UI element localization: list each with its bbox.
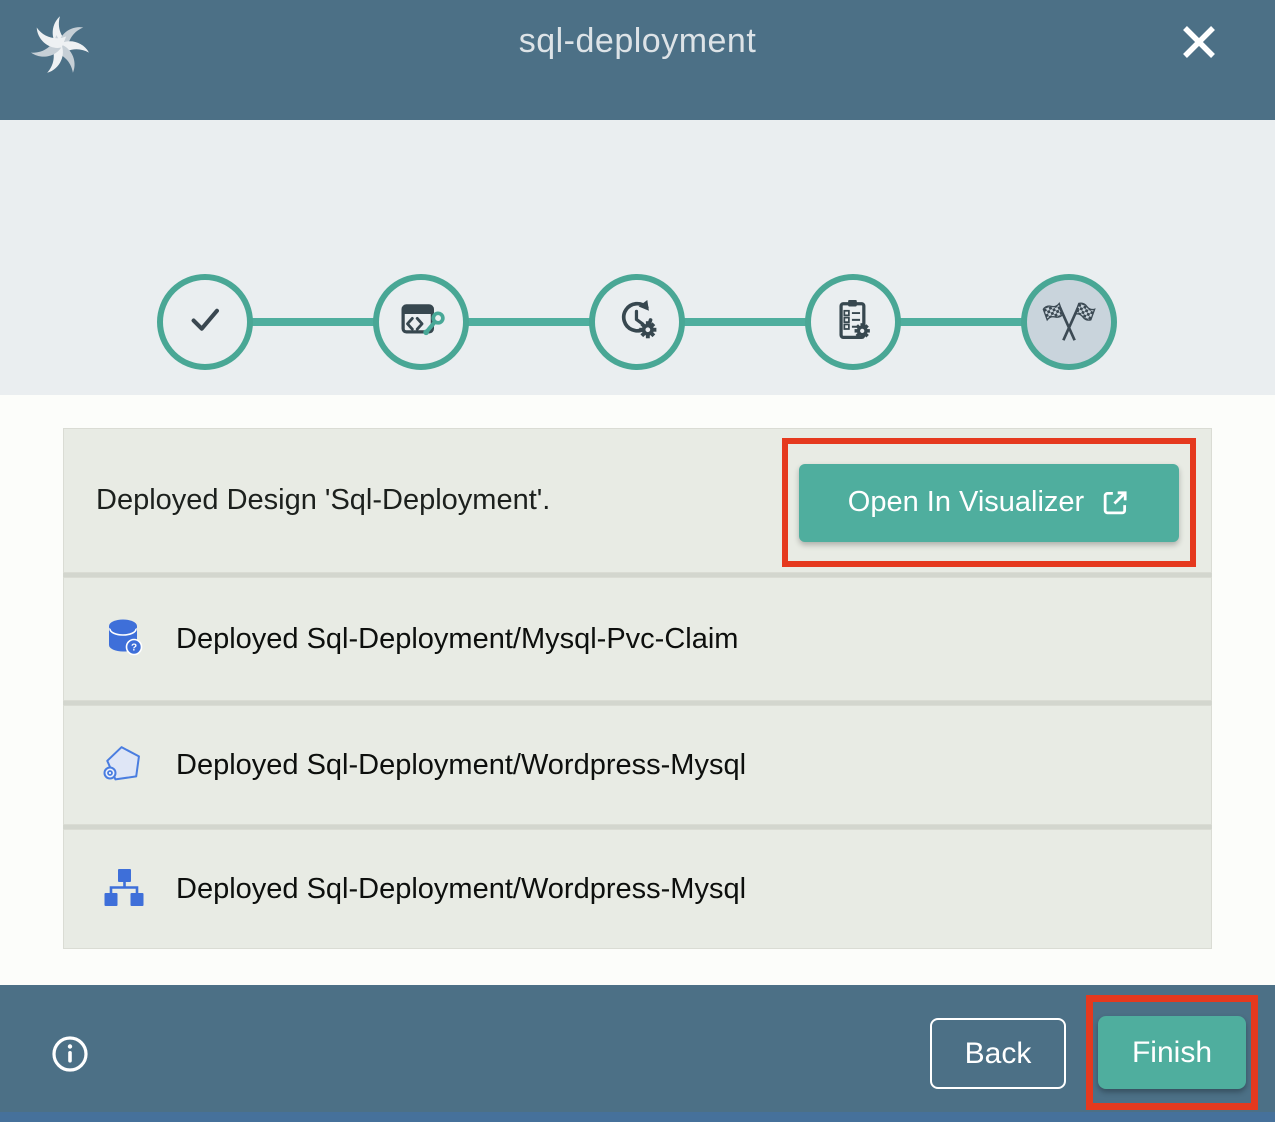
step-identify-environments[interactable] <box>373 274 469 370</box>
event-text: Deployed Sql-Deployment/Mysql-Pvc-Claim <box>176 623 738 656</box>
check-icon <box>179 294 231 351</box>
event-text: Deployed Sql-Deployment/Wordpress-Mysql <box>176 873 746 906</box>
step-finish[interactable] <box>1021 274 1117 370</box>
step-dry-run[interactable] <box>589 274 685 370</box>
annotation-highlight-visualizer: Open In Visualizer <box>782 438 1196 567</box>
clipboard-gear-icon <box>827 294 879 351</box>
event-row-wordpress-mysql-service: Deployed Sql-Deployment/Wordpress-Mysql <box>63 705 1212 825</box>
open-in-visualizer-button[interactable]: Open In Visualizer <box>799 464 1179 542</box>
hierarchy-icon <box>101 866 147 912</box>
open-in-visualizer-label: Open In Visualizer <box>848 486 1084 519</box>
event-row-mysql-pvc-claim: ? Deployed Sql-Deployment/Mysql-Pvc-Clai… <box>63 577 1212 701</box>
annotation-highlight-finish: Finish <box>1086 995 1258 1110</box>
code-wrench-icon <box>395 294 447 351</box>
modal-footer: Back Finish <box>0 985 1275 1122</box>
close-icon[interactable] <box>1175 18 1223 66</box>
step-finalize-deployment[interactable] <box>805 274 901 370</box>
step-validate-design[interactable] <box>157 274 253 370</box>
pentagon-icon <box>101 742 147 788</box>
event-row-wordpress-mysql-deployment: Deployed Sql-Deployment/Wordpress-Mysql <box>63 829 1212 949</box>
deploy-message: Deployed Design 'Sql-Deployment'. <box>96 484 550 517</box>
back-button[interactable]: Back <box>930 1018 1066 1089</box>
finish-button[interactable]: Finish <box>1098 1016 1246 1089</box>
modal-title: sql-deployment <box>0 22 1275 61</box>
dry-run-icon <box>611 294 663 351</box>
modal-header: sql-deployment <box>0 0 1275 120</box>
deployment-results: Deployed Design 'Sql-Deployment'. Open I… <box>0 395 1275 985</box>
event-text: Deployed Sql-Deployment/Wordpress-Mysql <box>176 749 746 782</box>
database-icon: ? <box>101 616 147 662</box>
deploy-message-row: Deployed Design 'Sql-Deployment'. Open I… <box>63 428 1212 573</box>
info-icon[interactable] <box>50 1034 90 1074</box>
finish-flags-icon <box>1042 293 1096 352</box>
bottom-strip <box>0 1112 1275 1122</box>
svg-text:?: ? <box>131 643 137 654</box>
deployment-stepper: Validate Design Identify Environments Dr… <box>0 120 1275 395</box>
open-in-new-icon <box>1100 488 1130 518</box>
